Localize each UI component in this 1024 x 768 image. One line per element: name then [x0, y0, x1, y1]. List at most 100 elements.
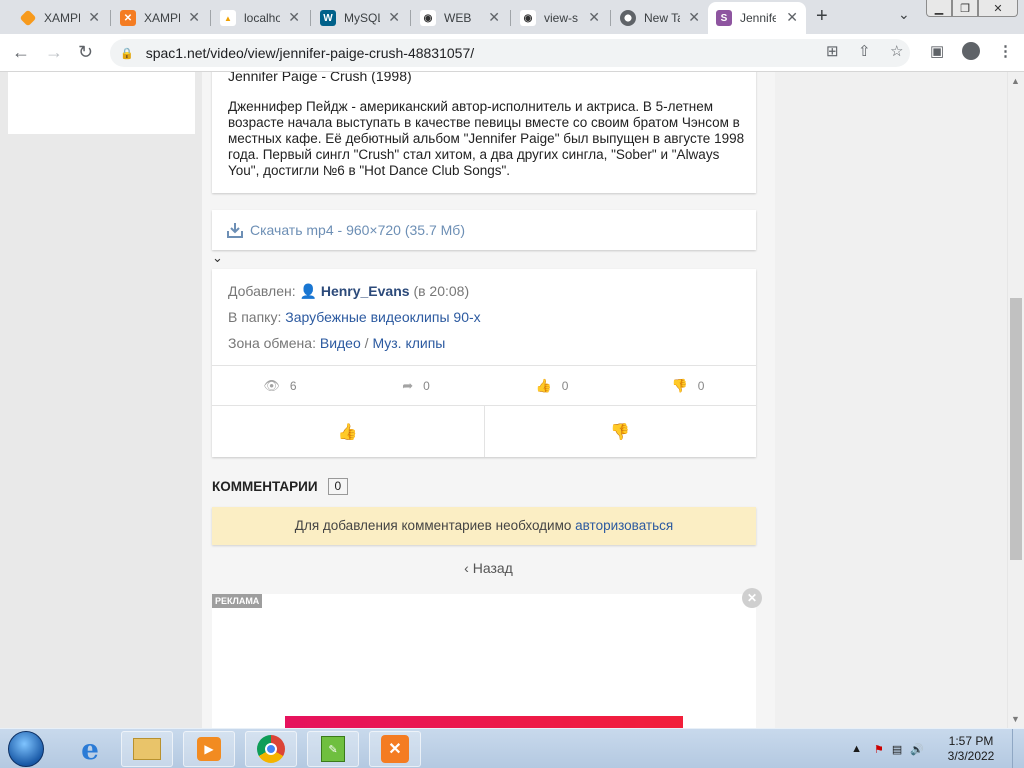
translate-icon[interactable]: ⊞	[826, 42, 839, 60]
comments-header: КОММЕНТАРИИ 0	[212, 478, 349, 495]
windows-orb-icon	[8, 731, 44, 767]
description-card: Jennifer Paige - Crush (1998) Дженнифер …	[212, 72, 756, 193]
editor-taskbar-button[interactable]: ✎	[307, 731, 359, 767]
thumbs-down-icon: 👎	[610, 423, 631, 441]
download-link[interactable]: Скачать mp4 - 960×720 (35.7 Мб)	[250, 222, 465, 238]
reload-icon[interactable]: ↻	[78, 42, 93, 63]
video-description: Дженнифер Пейдж - американский автор-исп…	[228, 99, 745, 178]
tab-new-tab[interactable]: New Tab ✕	[612, 4, 708, 32]
network-icon[interactable]: ▤	[892, 743, 902, 756]
close-icon[interactable]: ✕	[88, 9, 100, 26]
folder-line: В папку: Зарубежные видеоклипы 90-х	[228, 309, 481, 325]
spaces-icon: S	[716, 10, 732, 26]
meta-card: Добавлен: 👤 Henry_Evans (в 20:08) В папк…	[212, 269, 756, 457]
internet-explorer-icon: e	[81, 732, 99, 766]
minimize-button[interactable]: ▁	[926, 0, 952, 17]
scroll-down-icon[interactable]: ▼	[1011, 714, 1020, 724]
close-icon[interactable]: ✕	[688, 9, 700, 26]
url-text: spac1.net/video/view/jennifer-paige-crus…	[145, 45, 475, 61]
share-icon[interactable]: ⇧	[858, 42, 871, 60]
tab-title: XAMPP	[144, 11, 180, 25]
xampp-taskbar-button[interactable]: ✕	[369, 731, 421, 767]
ie-taskbar-button[interactable]: e	[64, 731, 116, 767]
volume-icon[interactable]: 🔊	[910, 743, 924, 756]
show-desktop-button[interactable]	[1012, 729, 1024, 768]
close-icon[interactable]: ✕	[188, 9, 200, 26]
tab-title: view-s	[544, 11, 579, 25]
system-tray: ▲ ⚑ ▤ 🔊 1:57 PM 3/3/2022	[851, 729, 1024, 768]
explorer-taskbar-button[interactable]	[121, 731, 173, 767]
login-notice: Для добавления комментариев необходимо а…	[212, 507, 756, 545]
start-button[interactable]	[2, 730, 50, 768]
bookmark-star-icon[interactable]: ☆	[890, 42, 903, 60]
restore-button[interactable]: ❐	[952, 0, 978, 17]
tab-title: Jennifer	[740, 11, 776, 25]
xampp-icon: ✕	[381, 735, 409, 763]
thumbs-up-icon: 👍	[535, 377, 552, 393]
scrollbar-thumb[interactable]	[1010, 298, 1022, 560]
tab-search-button[interactable]: ⌄	[898, 6, 910, 23]
login-link[interactable]: авторизоваться	[575, 518, 673, 533]
views-stat: 👁 6	[263, 377, 297, 393]
tab-title: XAMPP	[44, 11, 80, 25]
mysql-icon: W	[320, 10, 336, 26]
folder-link[interactable]: Зарубежные видеоклипы 90-х	[285, 309, 480, 325]
address-bar[interactable]: 🔒 spac1.net/video/view/jennifer-paige-cr…	[110, 39, 910, 67]
left-sidebar	[0, 72, 202, 728]
author-link[interactable]: Henry_Evans	[321, 283, 410, 299]
share-arrow-icon: ➦	[402, 377, 414, 393]
tab-xampp-1[interactable]: XAMPP ✕	[12, 4, 108, 32]
likes-stat: 👍 0	[535, 377, 569, 393]
close-icon[interactable]: ✕	[786, 9, 798, 26]
tab-phpmyadmin[interactable]: ▲ localhost ✕	[212, 4, 308, 32]
clock[interactable]: 1:57 PM 3/3/2022	[936, 734, 1006, 764]
side-panel-icon[interactable]: ▣	[930, 42, 944, 60]
page-scrollbar[interactable]: ▲ ▼	[1007, 72, 1024, 728]
close-icon[interactable]: ✕	[388, 9, 400, 26]
forward-arrow-icon[interactable]: →	[45, 42, 63, 63]
ad-banner[interactable]	[285, 716, 683, 728]
tab-xampp-2[interactable]: ✕ XAMPP ✕	[112, 4, 208, 32]
dislike-button[interactable]: 👎	[485, 406, 757, 457]
lock-icon: 🔒	[120, 47, 134, 60]
media-player-taskbar-button[interactable]: ▶	[183, 731, 235, 767]
ad-close-icon[interactable]: ✕	[742, 588, 762, 608]
chrome-icon	[257, 735, 285, 763]
tab-mysql[interactable]: W MySQL ✕	[312, 4, 408, 32]
chevron-left-icon: ‹	[464, 560, 469, 576]
xampp-icon	[19, 9, 37, 27]
chevron-down-icon[interactable]: ⌄	[212, 250, 223, 265]
menu-kebab-icon[interactable]: ⋮	[998, 42, 1013, 60]
action-center-flag-icon[interactable]: ⚑	[874, 743, 884, 756]
close-icon[interactable]: ✕	[588, 9, 600, 26]
windows-taskbar: e ▶ ✎ ✕ ▲ ⚑ ▤ 🔊 1:57 PM 3/3/2022	[0, 728, 1024, 768]
back-link[interactable]: ‹ Назад	[202, 560, 775, 576]
close-window-button[interactable]: ✕	[978, 0, 1018, 17]
close-icon[interactable]: ✕	[488, 9, 500, 26]
tab-view-source[interactable]: ◉ view-s ✕	[512, 4, 608, 32]
stats-row: 👁 6 ➦ 0 👍 0 👎 0	[212, 365, 756, 405]
tab-web[interactable]: ◉ WEB ✕	[412, 4, 508, 32]
tab-jennifer-active[interactable]: S Jennifer ✕	[708, 2, 806, 34]
eye-icon: ◉	[520, 10, 536, 26]
zone-sub-link[interactable]: Муз. клипы	[372, 335, 445, 351]
eye-icon: ◉	[420, 10, 436, 26]
close-icon[interactable]: ✕	[288, 9, 300, 26]
browser-toolbar: ← → ↻ 🔒 spac1.net/video/view/jennifer-pa…	[0, 34, 1024, 72]
download-icon	[227, 223, 243, 238]
back-arrow-icon[interactable]: ←	[12, 42, 30, 63]
scroll-up-icon[interactable]: ▲	[1011, 76, 1020, 86]
dislikes-stat: 👎 0	[671, 377, 705, 393]
like-button[interactable]: 👍	[212, 406, 485, 457]
zone-line: Зона обмена: Видео / Муз. клипы	[228, 335, 446, 351]
zone-section-link[interactable]: Видео	[320, 335, 361, 351]
tab-title: WEB	[444, 11, 472, 25]
tab-strip: XAMPP ✕ ✕ XAMPP ✕ ▲ localhost ✕ W MySQL …	[0, 0, 1024, 34]
new-tab-button[interactable]: +	[816, 5, 828, 28]
download-bar[interactable]: Скачать mp4 - 960×720 (35.7 Мб) ⌄	[212, 210, 756, 265]
ad-block: РЕКЛАМА ✕	[212, 588, 762, 728]
tray-expand-icon[interactable]: ▲	[851, 743, 862, 755]
chrome-taskbar-button[interactable]	[245, 731, 297, 767]
profile-avatar-icon[interactable]	[962, 42, 980, 60]
main-column: Jennifer Paige - Crush (1998) Дженнифер …	[202, 72, 775, 728]
